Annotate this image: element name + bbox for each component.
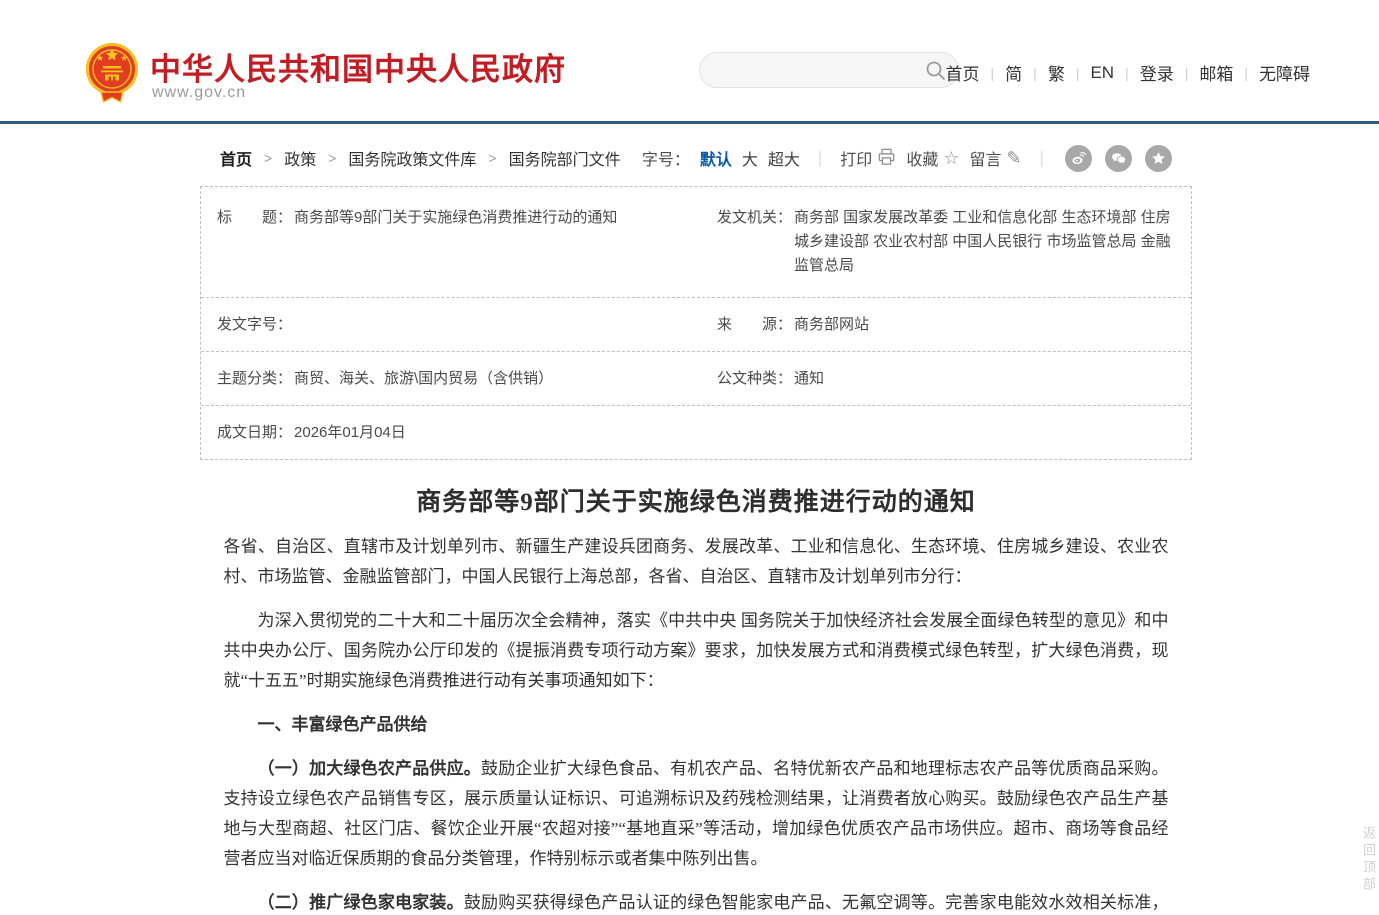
breadcrumb-policy-library[interactable]: 国务院政策文件库 bbox=[348, 146, 476, 170]
meta-date-cell: 成文日期： 2026年01月04日 bbox=[201, 406, 422, 459]
meta-title-label: 标 题： bbox=[217, 206, 292, 278]
back-to-top-widget[interactable]: 返回顶部 bbox=[1359, 826, 1378, 894]
weibo-share-icon[interactable] bbox=[1065, 145, 1092, 172]
main-content: 首页 > 政策 > 国务院政策文件库 > 国务院部门文件 字号： 默认 大 超大… bbox=[200, 124, 1192, 915]
meta-source-label: 来 源： bbox=[717, 313, 792, 337]
nav-simplified[interactable]: 简 bbox=[1005, 60, 1022, 85]
nav-separator: | bbox=[1076, 65, 1080, 81]
nav-english[interactable]: EN bbox=[1090, 63, 1114, 83]
breadcrumb-department-docs[interactable]: 国务院部门文件 bbox=[509, 146, 621, 170]
meta-type-value: 通知 bbox=[794, 367, 824, 391]
breadcrumb-separator: > bbox=[488, 150, 496, 166]
article: 商务部等9部门关于实施绿色消费推进行动的通知 各省、自治区、直辖市及计划单列市、… bbox=[224, 482, 1169, 915]
item2-lead: （二）推广绿色家电家装。 bbox=[258, 893, 464, 912]
nav-accessibility[interactable]: 无障碍 bbox=[1259, 60, 1310, 85]
meta-row-title-issuer: 标 题： 商务部等9部门关于实施绿色消费推进行动的通知 发文机关： 商务部 国家… bbox=[201, 187, 1191, 298]
meta-type-cell: 公文种类： 通知 bbox=[701, 352, 1191, 405]
meta-topic-label: 主题分类： bbox=[217, 367, 292, 391]
breadcrumb-policy[interactable]: 政策 bbox=[284, 146, 316, 170]
meta-row-docno-source: 发文字号： 来 源： 商务部网站 bbox=[201, 298, 1191, 352]
breadcrumb-home[interactable]: 首页 bbox=[220, 146, 252, 170]
document-meta-box: 标 题： 商务部等9部门关于实施绿色消费推进行动的通知 发文机关： 商务部 国家… bbox=[200, 186, 1192, 460]
search-icon[interactable] bbox=[925, 60, 946, 86]
print-label: 打印 bbox=[840, 146, 872, 170]
meta-issuer-cell: 发文机关： 商务部 国家发展改革委 工业和信息化部 生态环境部 住房城乡建设部 … bbox=[701, 187, 1191, 297]
meta-docno-cell: 发文字号： bbox=[201, 298, 701, 351]
toolbar-divider: | bbox=[1040, 148, 1044, 168]
favorite-button[interactable]: 收藏 ☆ bbox=[906, 146, 959, 170]
search-box[interactable] bbox=[699, 52, 959, 88]
nav-login[interactable]: 登录 bbox=[1140, 60, 1174, 85]
breadcrumb-separator: > bbox=[328, 150, 336, 166]
nav-separator: | bbox=[1185, 65, 1189, 81]
page-toolbar: 字号： 默认 大 超大 | 打印 收藏 ☆ 留言 bbox=[642, 145, 1172, 172]
wechat-share-icon[interactable] bbox=[1105, 145, 1132, 172]
meta-date-label: 成文日期： bbox=[217, 421, 292, 445]
top-nav: 首页 | 简 | 繁 | EN | 登录 | 邮箱 | 无障碍 bbox=[946, 60, 1310, 85]
item1-lead: （一）加大绿色农产品供应。 bbox=[258, 759, 482, 778]
meta-issuer-value: 商务部 国家发展改革委 工业和信息化部 生态环境部 住房城乡建设部 农业农村部 … bbox=[794, 206, 1175, 278]
fontsize-default-button[interactable]: 默认 bbox=[700, 146, 732, 170]
comment-button[interactable]: 留言 ✎ bbox=[969, 146, 1021, 170]
national-emblem-icon bbox=[84, 40, 140, 106]
meta-title-cell: 标 题： 商务部等9部门关于实施绿色消费推进行动的通知 bbox=[201, 187, 701, 297]
nav-mail[interactable]: 邮箱 bbox=[1199, 60, 1233, 85]
meta-topic-value: 商贸、海关、旅游\国内贸易（含供销） bbox=[294, 367, 553, 391]
fontsize-large-button[interactable]: 大 bbox=[742, 146, 758, 170]
nav-separator: | bbox=[991, 65, 995, 81]
article-salutation: 各省、自治区、直辖市及计划单列市、新疆生产建设兵团商务、发展改革、工业和信息化、… bbox=[224, 532, 1169, 592]
nav-traditional[interactable]: 繁 bbox=[1048, 60, 1065, 85]
meta-title-value: 商务部等9部门关于实施绿色消费推进行动的通知 bbox=[294, 206, 617, 278]
toolbar-divider: | bbox=[818, 148, 822, 168]
printer-icon bbox=[877, 148, 896, 169]
breadcrumb-toolbar-row: 首页 > 政策 > 国务院政策文件库 > 国务院部门文件 字号： 默认 大 超大… bbox=[200, 124, 1192, 174]
article-paragraph-intro: 为深入贯彻党的二十大和二十届历次全会精神，落实《中共中央 国务院关于加快经济社会… bbox=[224, 606, 1169, 696]
meta-docno-label: 发文字号： bbox=[217, 313, 292, 337]
nav-home[interactable]: 首页 bbox=[946, 60, 980, 85]
pencil-icon: ✎ bbox=[1006, 149, 1021, 167]
section-heading-1: 一、丰富绿色产品供给 bbox=[224, 710, 1169, 740]
meta-issuer-label: 发文机关： bbox=[717, 206, 792, 278]
article-paragraph-item2: （二）推广绿色家电家装。鼓励购买获得绿色产品认证的绿色智能家电产品、无氟空调等。… bbox=[224, 888, 1169, 915]
qzone-share-icon[interactable] bbox=[1145, 145, 1172, 172]
meta-type-label: 公文种类： bbox=[717, 367, 792, 391]
meta-topic-cell: 主题分类： 商贸、海关、旅游\国内贸易（含供销） bbox=[201, 352, 701, 405]
site-header: 中华人民共和国中央人民政府 www.gov.cn 首页 | 简 | 繁 | EN… bbox=[0, 0, 1379, 121]
meta-date-value: 2026年01月04日 bbox=[294, 421, 406, 445]
site-title: 中华人民共和国中央人民政府 bbox=[150, 44, 566, 89]
meta-row-topic-type: 主题分类： 商贸、海关、旅游\国内贸易（含供销） 公文种类： 通知 bbox=[201, 352, 1191, 406]
print-button[interactable]: 打印 bbox=[840, 146, 896, 170]
star-icon: ☆ bbox=[943, 149, 959, 167]
nav-separator: | bbox=[1244, 65, 1248, 81]
favorite-label: 收藏 bbox=[906, 146, 938, 170]
fontsize-label: 字号： bbox=[642, 146, 690, 170]
breadcrumb-separator: > bbox=[264, 150, 272, 166]
nav-separator: | bbox=[1033, 65, 1037, 81]
comment-label: 留言 bbox=[969, 146, 1001, 170]
meta-source-cell: 来 源： 商务部网站 bbox=[701, 298, 1191, 351]
meta-row-date: 成文日期： 2026年01月04日 bbox=[201, 406, 1191, 459]
nav-separator: | bbox=[1125, 65, 1129, 81]
document-title: 商务部等9部门关于实施绿色消费推进行动的通知 bbox=[224, 482, 1169, 518]
article-paragraph-item1: （一）加大绿色农产品供应。鼓励企业扩大绿色食品、有机农产品、名特优新农产品和地理… bbox=[224, 754, 1169, 874]
meta-source-value: 商务部网站 bbox=[794, 313, 869, 337]
breadcrumb: 首页 > 政策 > 国务院政策文件库 > 国务院部门文件 bbox=[220, 146, 621, 170]
site-url: www.gov.cn bbox=[152, 84, 246, 102]
fontsize-xlarge-button[interactable]: 超大 bbox=[768, 146, 800, 170]
search-input[interactable] bbox=[716, 53, 916, 87]
